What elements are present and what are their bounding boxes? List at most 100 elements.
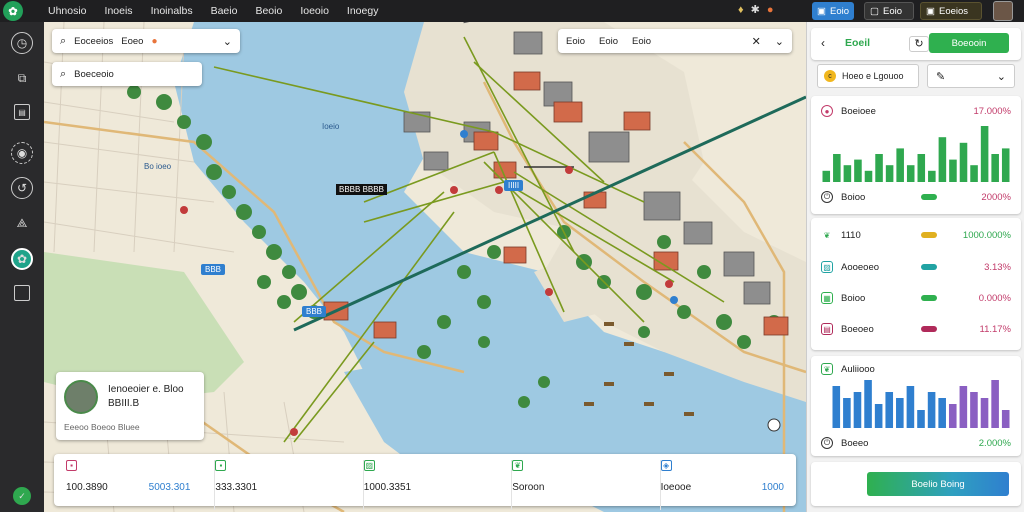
place-search-input[interactable]: ⌕ Boeceoio: [52, 62, 202, 86]
chart-bar: [917, 154, 926, 182]
bell-icon[interactable]: ♦: [738, 4, 744, 16]
user-avatar[interactable]: [993, 1, 1013, 21]
layers-icon[interactable]: ⧉: [11, 67, 33, 89]
map-blue-label[interactable]: IIIII: [504, 180, 524, 191]
stat-item[interactable]: ▨ 1000.3351: [362, 460, 487, 510]
primary-action-button[interactable]: Boelio Boing: [867, 472, 1009, 496]
stat-secondary: 1000: [761, 482, 784, 493]
top-icons: ♦ ✱ ●: [738, 3, 774, 17]
metric-row[interactable]: ▨ Aooeoeo 3.13%: [821, 260, 1011, 274]
metric-bar: [921, 264, 937, 270]
globe-icon[interactable]: ✿: [11, 248, 33, 270]
section-3-footer: ⏻ Boeeo 2.000%: [821, 436, 1011, 450]
chart-bar: [854, 159, 862, 182]
grid-icon: ▦: [821, 292, 833, 304]
map-tag-bar: Eoio Eoio Eoio ✕ ⌄: [558, 29, 792, 53]
edit-dropdown[interactable]: ✎ ⌄: [927, 64, 1015, 88]
map-black-label[interactable]: BBBB BBBB: [336, 184, 387, 195]
compass-icon[interactable]: ◷: [11, 32, 33, 54]
stat-item[interactable]: ▪ 100.3890 5003.301: [66, 460, 190, 510]
power-icon: ⏻: [821, 191, 833, 203]
chart-icon: ▨: [363, 460, 375, 471]
chart-bar: [896, 148, 904, 182]
target-icon[interactable]: ◉: [11, 142, 33, 164]
metric-label: Boeoeo: [841, 323, 874, 335]
search-input[interactable]: Eoceeios: [74, 36, 113, 47]
map-blue-label[interactable]: BBB: [302, 306, 327, 317]
nav-item[interactable]: Inoegy: [338, 5, 388, 17]
top-menu-bar: ✿ Uhnosio Inoeis Inoinalbs Baeio Beoio I…: [0, 0, 1024, 22]
header-action-button[interactable]: Boeooin: [929, 33, 1009, 53]
section-2-header: ❦ 1110 1000.000%: [821, 228, 1011, 242]
map-search-bar[interactable]: ⌕ Eoceeios Eoeo ● ⌄: [52, 29, 240, 53]
stat-item[interactable]: ◈ Ioeooe 1000: [659, 460, 784, 510]
metric-label: Boioo: [841, 292, 866, 304]
check-circle-icon[interactable]: ✓: [13, 487, 31, 505]
profile-meta: Eeeoo Boeoo Bluee: [64, 422, 140, 432]
nav-item[interactable]: Inoinalbs: [142, 5, 202, 17]
profile-name: Ienoeoier e. Bloo: [108, 384, 184, 395]
sprout-icon: ❦: [821, 363, 833, 375]
map-view[interactable]: Ioeio Bo ioeo BBBB BBBB IIIII BBB BBB ⌕ …: [44, 22, 806, 512]
sprout-icon: ❦: [512, 460, 524, 471]
chart-bar: [991, 380, 999, 428]
filter-dropdown[interactable]: c Hoeo e Lgouoo: [817, 64, 919, 88]
panel-icon[interactable]: ▤: [14, 104, 30, 120]
nav-item[interactable]: Uhnosio: [39, 5, 96, 17]
chart-bar: [917, 410, 925, 428]
metric-row[interactable]: ▤ Boeoeo 11.17%: [821, 322, 1011, 336]
chevron-down-icon[interactable]: ⌄: [775, 35, 784, 48]
table-icon: ▤: [821, 323, 833, 335]
route-icon[interactable]: ⟁: [11, 212, 33, 234]
profile-code: BBIII.B: [108, 398, 140, 409]
window-icon: ▣: [817, 5, 826, 17]
metric-value: 0.000%: [978, 292, 1011, 304]
chevron-down-icon[interactable]: ⌄: [223, 35, 232, 48]
green-bar-chart: [822, 126, 1010, 182]
pencil-icon: ✎: [936, 70, 946, 83]
tag-3[interactable]: Eoio: [632, 36, 651, 47]
nav-item[interactable]: Inoeis: [96, 5, 142, 17]
profile-card[interactable]: Ienoeoier e. Bloo BBIII.B Eeeoo Boeoo Bl…: [56, 372, 204, 440]
chart-bar: [864, 170, 873, 182]
primary-top-button[interactable]: ▣ Eoio: [812, 2, 854, 20]
panel-title: Eoeil: [845, 37, 871, 49]
tertiary-top-button[interactable]: ▣ Eoeios: [920, 2, 982, 20]
close-icon[interactable]: ✕: [752, 35, 761, 48]
section-3-header: ❦ Auliiooo: [821, 362, 1011, 376]
chart-bar: [843, 165, 852, 182]
nav-item[interactable]: Ioeoio: [291, 5, 338, 17]
gear-icon[interactable]: ✱: [751, 3, 760, 16]
secondary-top-button[interactable]: ▢ Eoio: [864, 2, 914, 20]
stat-value: Ioeooe: [660, 482, 692, 493]
search-icon: ⌕: [60, 34, 67, 47]
avatar: [64, 380, 98, 414]
chart-bar: [959, 142, 968, 182]
refresh-icon[interactable]: ↻: [909, 36, 929, 52]
section-1-card: ● Boeioee 17.000% ⏻ Boioo 2000%: [811, 96, 1021, 214]
nav-item[interactable]: Baeio: [202, 5, 247, 17]
cube-icon: ◈: [660, 460, 672, 471]
history-icon[interactable]: ↺: [11, 177, 33, 199]
section-1-header: ● Boeioee 17.000%: [821, 104, 1011, 118]
chart-bar: [980, 398, 989, 428]
metric-bar: [921, 326, 937, 332]
back-icon[interactable]: ‹: [821, 36, 825, 50]
metric-row[interactable]: ▦ Boioo 0.000%: [821, 291, 1011, 305]
nav-item[interactable]: Beoio: [246, 5, 291, 17]
app-logo[interactable]: ✿: [3, 1, 23, 21]
stat-item[interactable]: ▪ 333.3301: [214, 460, 338, 510]
stat-item[interactable]: ❦ Soroon: [511, 460, 635, 510]
window-icon: ▢: [870, 5, 879, 17]
power-icon: ⏻: [821, 437, 833, 449]
frame-icon[interactable]: [14, 285, 30, 301]
bay-label: Ioeio: [322, 122, 340, 131]
chart-icon: ▨: [821, 261, 833, 273]
tag-2[interactable]: Eoio: [599, 36, 618, 47]
metric-value: 3.13%: [984, 261, 1011, 273]
tag-1[interactable]: Eoio: [566, 36, 585, 47]
bottom-stats-bar: ▪ 100.3890 5003.301 ▪ 333.3301 ▨ 1000.3351 ❦ Sor…: [54, 454, 796, 510]
map-blue-label[interactable]: BBB: [201, 264, 226, 275]
metric-label: Aooeoeo: [841, 261, 880, 273]
user-circle-icon[interactable]: ●: [767, 4, 774, 16]
